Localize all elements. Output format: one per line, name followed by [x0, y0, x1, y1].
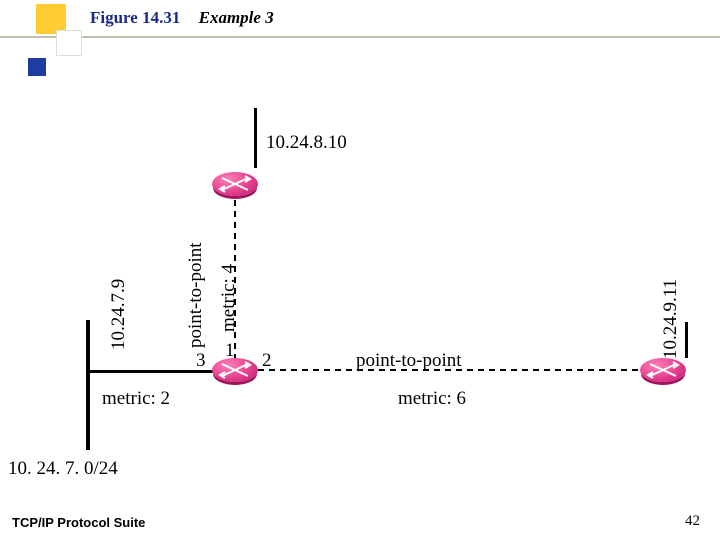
left-metric: metric: 2 [102, 388, 170, 410]
top-stub-line [254, 108, 257, 168]
link-top-metric: metric: 4 [218, 232, 240, 332]
network-diagram: 10.24.8.10 point-to-point metric: 4 10.2… [0, 0, 720, 540]
left-interface-ip: 10.24.7.9 [108, 250, 130, 350]
link-right-type: point-to-point [356, 350, 462, 372]
port-up: 1 [225, 340, 235, 362]
lan-vertical-line [86, 320, 90, 450]
right-stub-line [685, 322, 688, 358]
lan-to-center-line [86, 370, 214, 373]
footer-source: TCP/IP Protocol Suite [12, 515, 145, 530]
port-right: 2 [262, 350, 272, 372]
left-network: 10. 24. 7. 0/24 [8, 458, 118, 480]
top-router-ip: 10.24.8.10 [266, 132, 347, 154]
router-center-icon [212, 358, 258, 382]
page-number: 42 [685, 513, 700, 530]
link-top-type: point-to-point [185, 208, 207, 348]
link-right-metric: metric: 6 [398, 388, 466, 410]
port-left: 3 [196, 350, 206, 372]
router-top-icon [212, 172, 258, 196]
router-right-icon [640, 358, 686, 382]
right-router-ip: 10.24.9.11 [660, 254, 682, 359]
